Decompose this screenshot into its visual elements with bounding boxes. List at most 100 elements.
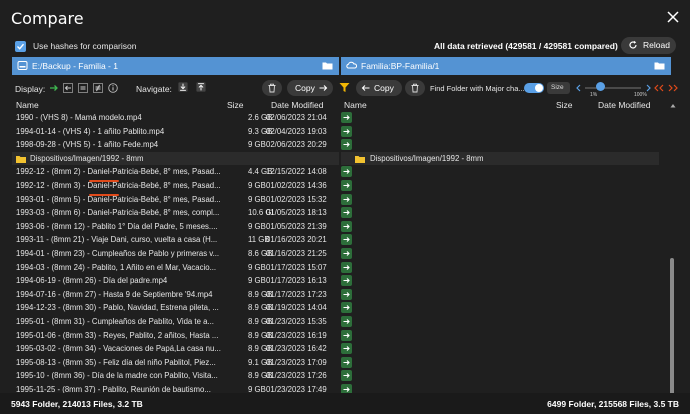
table-row[interactable]: 1990 - (VHS 8) - Mamá modelo.mp4 2.6 GB 02… xyxy=(12,111,339,125)
threshold-slider-handle[interactable] xyxy=(596,82,605,91)
close-icon[interactable] xyxy=(666,10,680,24)
table-row[interactable]: 1995-01-06 - (8mm 33) - Reyes, Pablito, … xyxy=(12,329,339,343)
copy-arrow-icon[interactable] xyxy=(341,275,352,287)
copy-arrow-icon[interactable] xyxy=(341,125,352,137)
copy-arrow-icon[interactable] xyxy=(341,207,352,219)
copy-arrow-icon[interactable] xyxy=(341,139,352,151)
copy-arrow-icon[interactable] xyxy=(341,247,352,259)
table-row[interactable]: 1994-07-16 - (8mm 27) - Hasta 9 de Septi… xyxy=(12,288,339,302)
copy-arrow-icon[interactable] xyxy=(341,234,352,246)
double-chevron-right-icon[interactable] xyxy=(667,84,679,92)
copy-arrow-icon[interactable] xyxy=(341,343,352,355)
table-row[interactable]: 1994-01 - (8mm 23) - Cumpleaños de Pablo… xyxy=(12,247,339,261)
table-row[interactable] xyxy=(341,165,659,179)
table-row[interactable] xyxy=(341,329,659,343)
table-row[interactable]: 1993-01 - (8mm 5) - Daniel-Patricia-Bebé… xyxy=(12,193,339,207)
table-row[interactable] xyxy=(341,138,659,152)
table-row[interactable] xyxy=(341,288,659,302)
navigate-up-icon[interactable] xyxy=(196,82,206,92)
copy-arrow-icon[interactable] xyxy=(341,166,352,178)
copy-arrow-icon[interactable] xyxy=(341,288,352,300)
table-row[interactable]: 1993-03 - (8mm 6) - Daniel-Patricia-Bebé… xyxy=(12,206,339,220)
copy-arrow-icon[interactable] xyxy=(341,302,352,314)
copy-arrow-icon[interactable] xyxy=(341,329,352,341)
file-name: 1993-06 - (8mm 12) - Pablito 1° Día del … xyxy=(16,221,218,231)
delete-right-button[interactable] xyxy=(405,80,425,96)
table-row[interactable]: 1995-03-02 - (8mm 34) - Vacaciones de Pa… xyxy=(12,342,339,356)
right-path-bar[interactable]: Familia:BP-Familia/1 xyxy=(341,57,671,75)
table-row[interactable] xyxy=(341,247,659,261)
left-size-header[interactable]: Size xyxy=(227,100,244,111)
copy-arrow-icon[interactable] xyxy=(341,220,352,232)
navigate-down-icon[interactable] xyxy=(178,82,188,92)
left-file-list: 1990 - (VHS 8) - Mamá modelo.mp4 2.6 GB 02… xyxy=(12,111,339,396)
table-row[interactable]: 1992-12 - (8mm 3) - Daniel-Patricia-Bebé… xyxy=(12,179,339,193)
copy-right-button[interactable]: Copy xyxy=(287,80,333,96)
not-equal-icon[interactable] xyxy=(93,83,103,93)
table-row[interactable]: 1993-11 - (8mm 21) - Viaje Dani, curso, … xyxy=(12,233,339,247)
scrollbar-thumb[interactable] xyxy=(670,258,674,396)
right-size-header[interactable]: Size xyxy=(556,100,573,111)
table-row[interactable] xyxy=(341,111,659,125)
equal-icon[interactable] xyxy=(78,83,88,93)
table-row[interactable] xyxy=(341,342,659,356)
table-row[interactable] xyxy=(341,301,659,315)
table-row[interactable] xyxy=(341,315,659,329)
file-date: 02/04/2023 19:03 xyxy=(266,126,327,136)
chevron-left-icon[interactable] xyxy=(575,84,582,92)
table-row[interactable] xyxy=(341,233,659,247)
arrow-right-green-icon[interactable] xyxy=(49,83,59,93)
table-row[interactable]: 1998-09-28 - (VHS 5) - 1 añito Fede.mp4 9… xyxy=(12,138,339,152)
delete-left-button[interactable] xyxy=(262,80,282,96)
table-row[interactable] xyxy=(341,193,659,207)
table-row[interactable] xyxy=(341,206,659,220)
copy-arrow-icon[interactable] xyxy=(341,261,352,273)
left-date-header[interactable]: Date Modified xyxy=(271,100,323,111)
size-chip[interactable]: Size xyxy=(547,82,570,94)
folder-icon[interactable] xyxy=(654,61,665,70)
filter-icon[interactable] xyxy=(339,82,350,93)
folder-icon[interactable] xyxy=(322,61,333,70)
left-path-bar[interactable]: E:/Backup - Familia - 1 xyxy=(12,57,339,75)
cloud-icon xyxy=(346,61,357,69)
left-name-header[interactable]: Name xyxy=(16,100,39,111)
copy-arrow-icon[interactable] xyxy=(341,315,352,327)
table-row[interactable]: 1993-06 - (8mm 12) - Pablito 1° Día del … xyxy=(12,220,339,234)
file-date: 01/17/2023 17:23 xyxy=(266,289,327,299)
folder-row[interactable]: Dispositivos/Imagen/1992 - 8mm xyxy=(341,151,659,166)
copy-arrow-icon[interactable] xyxy=(341,193,352,205)
find-major-changes-toggle[interactable] xyxy=(524,83,544,93)
table-row[interactable] xyxy=(341,125,659,139)
right-name-header[interactable]: Name xyxy=(344,100,367,111)
use-hashes-checkbox[interactable] xyxy=(15,41,26,52)
copy-arrow-icon[interactable] xyxy=(341,112,352,123)
table-row[interactable]: 1994-03 - (8mm 24) - Pablito, 1 Añito en… xyxy=(12,261,339,275)
table-row[interactable] xyxy=(341,274,659,288)
copy-arrow-icon[interactable] xyxy=(341,370,352,382)
folder-row[interactable]: Dispositivos/Imagen/1992 - 8mm xyxy=(12,151,339,166)
table-row[interactable]: 1995-10 - (8mm 36) - Día de la madre con… xyxy=(12,369,339,383)
table-row[interactable]: 1992-12 - (8mm 2) - Daniel-Patricia-Bebé… xyxy=(12,165,339,179)
copy-arrow-icon[interactable] xyxy=(341,356,352,368)
arrow-left-icon[interactable] xyxy=(63,83,73,93)
right-date-header[interactable]: Date Modified xyxy=(598,100,650,111)
table-row[interactable]: 1994-06-19 - (8mm 26) - Día del padre.mp… xyxy=(12,274,339,288)
table-row[interactable] xyxy=(341,356,659,370)
table-row[interactable]: 1995-01 - (8mm 31) - Cumpleaños de Pabli… xyxy=(12,315,339,329)
file-date: 01/23/2023 17:09 xyxy=(266,357,327,367)
table-row[interactable]: 1995-08-13 - (8mm 35) - Feliz día del ni… xyxy=(12,356,339,370)
table-row[interactable] xyxy=(341,261,659,275)
chevron-right-icon[interactable] xyxy=(645,84,652,92)
copy-left-button[interactable]: Copy xyxy=(356,80,402,96)
reload-button[interactable]: Reload xyxy=(621,37,676,54)
info-circle-icon[interactable] xyxy=(108,83,118,93)
double-chevron-left-icon[interactable] xyxy=(653,84,665,92)
copy-arrow-icon[interactable] xyxy=(341,179,352,191)
table-row[interactable] xyxy=(341,179,659,193)
table-row[interactable]: 1994-12-23 - (8mm 30) - Pablo, Navidad, … xyxy=(12,301,339,315)
table-row[interactable] xyxy=(341,369,659,383)
table-row[interactable] xyxy=(341,220,659,234)
scroll-up-icon[interactable] xyxy=(670,103,676,108)
table-row[interactable]: 1994-01-14 - (VHS 4) - 1 añito Pablito.m… xyxy=(12,125,339,139)
threshold-slider-track[interactable] xyxy=(585,87,641,89)
